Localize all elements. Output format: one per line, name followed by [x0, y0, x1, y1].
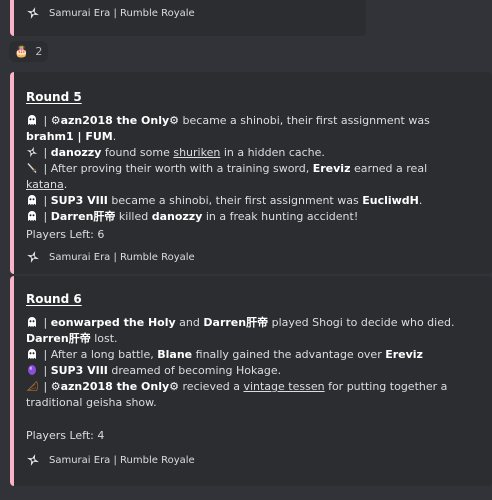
event-text: finally gained the advantage over: [192, 348, 386, 361]
player-name: Ereviz: [385, 348, 423, 361]
player-name: Ereviz: [312, 162, 351, 175]
shuriken-icon: [27, 7, 39, 19]
event-text: .: [418, 194, 423, 207]
player-name: danozzy: [151, 210, 203, 223]
reaction-count: 2: [35, 45, 43, 58]
round-title: Round 6: [26, 292, 82, 306]
player-name: ⚙azn2018 the Only⚙: [50, 114, 180, 127]
shuriken-icon: [27, 251, 39, 263]
event-line: | ⚙azn2018 the Only⚙ became a shinobi, t…: [26, 113, 470, 145]
embed-footer: Samurai Era | Rumble Royale: [26, 6, 195, 20]
event-text: |: [40, 114, 51, 127]
event-text: became a shinobi, their first assignment…: [107, 194, 363, 207]
event-text: |: [40, 194, 51, 207]
event-text: recieved a: [179, 380, 244, 393]
player-name: Darren肝帝: [203, 316, 269, 329]
cake-icon: 🎂: [14, 45, 29, 58]
round-lines: | eonwarped the Holy and Darren肝帝 played…: [26, 315, 470, 411]
round-lines: | ⚙azn2018 the Only⚙ became a shinobi, t…: [26, 113, 470, 225]
event-text: played Shogi to decide who died.: [268, 316, 455, 329]
players-left: Players Left: 4: [26, 429, 105, 442]
event-text: .: [112, 130, 117, 143]
shuriken-icon: [26, 146, 38, 158]
player-name: Blane: [157, 348, 193, 361]
previous-embed: Samurai Era | Rumble Royale: [10, 0, 366, 36]
player-name: EucliwdH: [362, 194, 419, 207]
event-line: | danozzy found some shuriken in a hidde…: [26, 145, 470, 161]
footer-text: Samurai Era | Rumble Royale: [49, 7, 195, 19]
event-text: |: [40, 316, 51, 329]
round-embed: Round 5 | ⚙azn2018 the Only⚙ became a sh…: [10, 72, 492, 274]
event-text: earned a real: [350, 162, 428, 175]
event-text: killed: [115, 210, 152, 223]
event-text: found some: [101, 146, 174, 159]
player-name: brahm1 | FUM: [26, 130, 113, 143]
player-name: eonwarped the Holy: [50, 316, 176, 329]
round-title: Round 5: [26, 90, 82, 104]
ghost-icon: [26, 348, 38, 360]
event-line: | eonwarped the Holy and Darren肝帝 played…: [26, 315, 470, 347]
player-name: Darren肝帝: [26, 332, 91, 345]
event-text: in a freak hunting accident!: [202, 210, 359, 223]
sword-icon: [26, 162, 38, 174]
event-line: | Darren肝帝 killed danozzy in a freak hun…: [26, 209, 470, 225]
event-text: and: [175, 316, 204, 329]
event-text: | After proving their worth with a train…: [40, 162, 313, 175]
event-line: | ⚙azn2018 the Only⚙ recieved a vintage …: [26, 379, 470, 411]
embed-footer: Samurai Era | Rumble Royale: [26, 453, 195, 467]
item-link[interactable]: shuriken: [173, 146, 220, 159]
event-text: dreamed of becoming Hokage.: [107, 364, 282, 377]
reaction-button[interactable]: 🎂 2: [9, 41, 48, 62]
item-link[interactable]: vintage tessen: [243, 380, 324, 393]
ghost-icon: [26, 194, 38, 206]
footer-text: Samurai Era | Rumble Royale: [49, 251, 195, 263]
event-text: |: [40, 380, 51, 393]
purple-orb-icon: [26, 364, 38, 376]
round-embed: Round 6 | eonwarped the Holy and Darren肝…: [10, 276, 492, 486]
player-name: danozzy: [50, 146, 102, 159]
event-text: |: [40, 210, 51, 223]
event-line: | After a long battle, Blane finally gai…: [26, 347, 470, 363]
footer-text: Samurai Era | Rumble Royale: [49, 454, 195, 466]
tessen-icon: [26, 380, 39, 392]
event-text: lost.: [90, 332, 118, 345]
player-name: SUP3 VIII: [50, 194, 108, 207]
ghost-icon: [26, 114, 38, 126]
event-text: |: [40, 146, 51, 159]
shuriken-icon: [27, 454, 39, 466]
player-name: SUP3 VIII: [50, 364, 108, 377]
event-text: |: [40, 364, 51, 377]
embed-footer: Samurai Era | Rumble Royale: [26, 250, 195, 264]
ghost-icon: [26, 210, 38, 222]
event-line: | SUP3 VIII became a shinobi, their firs…: [26, 193, 470, 209]
event-text: .: [63, 178, 68, 191]
event-text: | After a long battle,: [40, 348, 158, 361]
event-line: | After proving their worth with a train…: [26, 161, 470, 193]
event-text: became a shinobi, their first assignment…: [179, 114, 430, 127]
player-name: Darren肝帝: [50, 210, 116, 223]
event-line: | SUP3 VIII dreamed of becoming Hokage.: [26, 363, 470, 379]
players-left: Players Left: 6: [26, 228, 105, 241]
ghost-icon: [26, 316, 38, 328]
player-name: ⚙azn2018 the Only⚙: [50, 380, 180, 393]
event-text: in a hidden cache.: [220, 146, 325, 159]
item-link[interactable]: katana: [26, 178, 64, 191]
